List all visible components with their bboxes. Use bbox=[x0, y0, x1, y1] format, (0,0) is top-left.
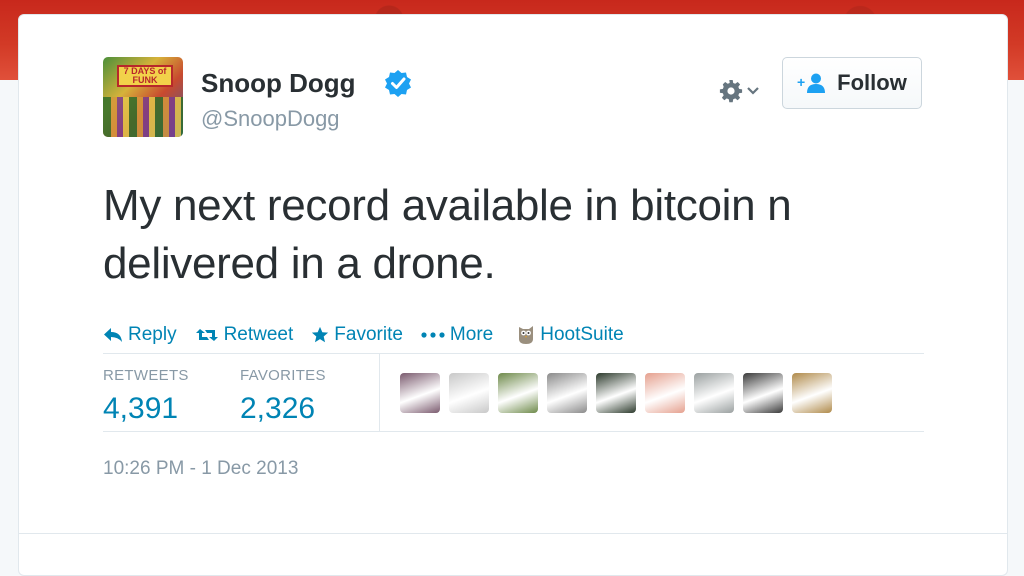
favorite-label: Favorite bbox=[334, 324, 403, 345]
hootsuite-action[interactable]: HootSuite bbox=[517, 324, 624, 346]
tweet-card: 7 DAYS of FUNK Snoop Dogg @SnoopDogg + F… bbox=[18, 14, 1008, 576]
follow-button-label: Follow bbox=[837, 70, 907, 95]
avatar-label: 7 DAYS of FUNK bbox=[123, 66, 167, 85]
user-actions-dropdown[interactable] bbox=[712, 75, 766, 107]
retweets-label: RETWEETS bbox=[103, 367, 189, 384]
retweets-stat[interactable]: RETWEETS 4,391 bbox=[103, 367, 189, 426]
tweet-timestamp[interactable]: 10:26 PM - 1 Dec 2013 bbox=[103, 458, 298, 480]
verified-badge-icon bbox=[385, 70, 411, 97]
star-icon bbox=[312, 326, 329, 343]
tweet-text-line: My next record available in bitcoin n bbox=[103, 181, 792, 230]
author-name[interactable]: Snoop Dogg bbox=[201, 68, 356, 99]
favorite-action[interactable]: Favorite bbox=[311, 324, 403, 346]
gear-icon bbox=[719, 80, 743, 103]
hootsuite-owl-icon bbox=[519, 326, 534, 344]
hootsuite-label: HootSuite bbox=[540, 324, 624, 345]
reply-label: Reply bbox=[128, 324, 177, 345]
favorites-stat[interactable]: FAVORITES 2,326 bbox=[240, 367, 326, 426]
reply-action[interactable]: Reply bbox=[103, 324, 177, 346]
favoriter-avatar[interactable] bbox=[792, 373, 832, 413]
chevron-down-icon bbox=[747, 87, 759, 95]
favoriter-avatar[interactable] bbox=[547, 373, 587, 413]
tweet-text-line: delivered in a drone. bbox=[103, 239, 496, 288]
author-handle[interactable]: @SnoopDogg bbox=[201, 106, 340, 132]
retweets-count: 4,391 bbox=[103, 392, 179, 425]
favorites-label: FAVORITES bbox=[240, 367, 326, 384]
avatar-art-crowd bbox=[103, 97, 183, 137]
retweet-action[interactable]: Retweet bbox=[195, 324, 294, 346]
reply-icon bbox=[104, 328, 122, 342]
retweet-label: Retweet bbox=[223, 324, 294, 345]
tweet-text: My next record available in bitcoin n de… bbox=[103, 177, 933, 293]
avatar-art: 7 DAYS of FUNK bbox=[117, 65, 173, 87]
stats-separator bbox=[379, 353, 380, 431]
favorites-count: 2,326 bbox=[240, 392, 316, 425]
svg-text:+: + bbox=[797, 74, 805, 90]
more-dots-icon bbox=[421, 332, 445, 338]
favoriter-avatars bbox=[400, 373, 832, 413]
favoriter-avatar[interactable] bbox=[449, 373, 489, 413]
more-action[interactable]: More bbox=[421, 324, 493, 346]
tweet-actions: Reply Retweet Favorite More HootSuite bbox=[103, 321, 642, 349]
favoriter-avatar[interactable] bbox=[645, 373, 685, 413]
stats-bottom-divider bbox=[103, 431, 924, 432]
favoriter-avatar[interactable] bbox=[498, 373, 538, 413]
favoriter-avatar[interactable] bbox=[743, 373, 783, 413]
follow-button[interactable]: + Follow bbox=[782, 57, 922, 109]
favoriter-avatar[interactable] bbox=[694, 373, 734, 413]
favoriter-avatar[interactable] bbox=[596, 373, 636, 413]
retweet-icon bbox=[195, 329, 218, 341]
stats-top-divider bbox=[103, 353, 924, 354]
more-label: More bbox=[449, 324, 494, 345]
add-user-icon: + bbox=[797, 73, 826, 93]
favoriter-avatar[interactable] bbox=[400, 373, 440, 413]
card-footer-divider bbox=[19, 533, 1007, 534]
avatar[interactable]: 7 DAYS of FUNK bbox=[103, 57, 183, 137]
